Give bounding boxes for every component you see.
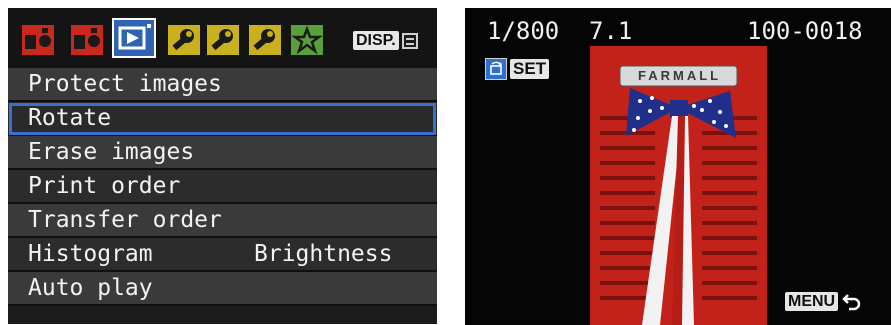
rotate-set-hint[interactable]: SET <box>485 58 550 80</box>
tractor-grille-photo <box>590 46 767 325</box>
tab-setup-1[interactable] <box>168 25 200 55</box>
camera-red-icon <box>71 25 103 55</box>
menu-item-erase-images[interactable]: Erase images <box>8 136 437 170</box>
star-green-icon <box>291 25 323 55</box>
menu-button-label: MENU <box>785 291 839 311</box>
menu-item-histogram[interactable]: Histogram Brightness <box>8 238 437 272</box>
menu-item-rotate[interactable]: Rotate <box>8 102 437 136</box>
set-button-label: SET <box>510 59 550 79</box>
photo-sign-text: FARMALL <box>638 68 722 83</box>
wrench-yellow-icon <box>249 25 281 55</box>
menu-list: Protect images Rotate Erase images Print… <box>8 68 437 306</box>
shutter-speed: 1/800 <box>487 17 560 45</box>
menu-item-label: Rotate <box>28 105 112 131</box>
tab-setup-2[interactable] <box>207 25 239 55</box>
playback-menu-screen: DISP. Protect images Rotate Erase images… <box>8 8 437 324</box>
playback-blue-icon <box>118 24 151 50</box>
review-photo: FARMALL <box>590 46 767 325</box>
return-arrow-icon <box>842 294 861 311</box>
menu-item-print-order[interactable]: Print order <box>8 170 437 204</box>
camera-red-icon <box>22 25 54 55</box>
tab-shooting-1[interactable] <box>22 25 54 55</box>
disp-button-hint: DISP. <box>353 31 418 50</box>
wrench-yellow-icon <box>207 25 239 55</box>
menu-item-auto-play[interactable]: Auto play <box>8 272 437 306</box>
wrench-yellow-icon <box>168 25 200 55</box>
menu-item-label: Histogram <box>28 241 153 267</box>
menu-item-label: Transfer order <box>28 207 222 233</box>
menu-item-value: Brightness <box>254 241 393 267</box>
rotate-icon <box>485 58 507 80</box>
menu-item-transfer-order[interactable]: Transfer order <box>8 204 437 238</box>
tab-shooting-2[interactable] <box>71 25 103 55</box>
menu-item-label: Erase images <box>28 139 195 165</box>
menu-item-label: Auto play <box>28 275 153 301</box>
tab-setup-3[interactable] <box>249 25 281 55</box>
tab-my-menu[interactable] <box>291 25 323 55</box>
menu-item-label: Print order <box>28 173 181 199</box>
tab-playback[interactable] <box>112 18 156 58</box>
image-review-screen: 1/800 7.1 100-0018 SET FARMALL MENU <box>465 8 891 325</box>
menu-item-protect-images[interactable]: Protect images <box>8 68 437 102</box>
info-list-icon <box>401 32 418 49</box>
menu-tab-bar: DISP. <box>8 8 437 68</box>
disp-label: DISP. <box>353 31 399 50</box>
menu-return-hint[interactable]: MENU <box>785 291 862 311</box>
aperture-value: 7.1 <box>589 17 633 45</box>
menu-item-label: Protect images <box>28 71 222 97</box>
file-number: 100-0018 <box>747 17 863 45</box>
